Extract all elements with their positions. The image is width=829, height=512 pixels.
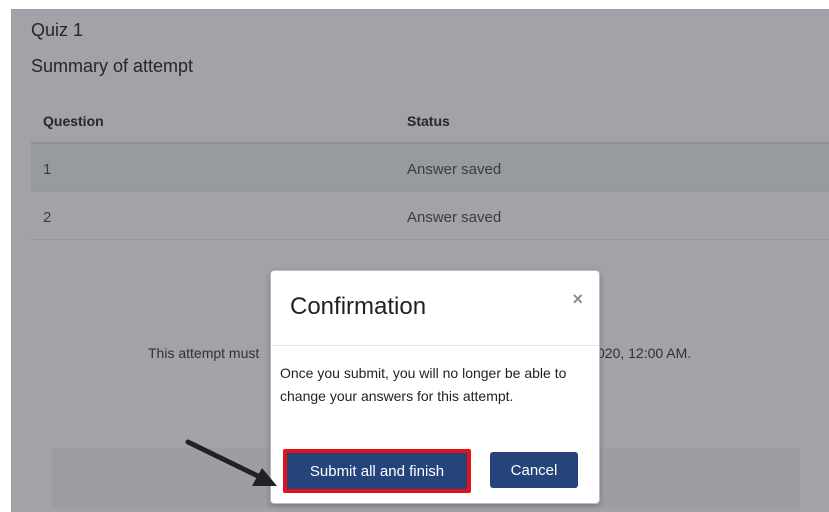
dialog-footer: Submit all and finish Cancel [271,436,599,503]
summary-heading: Summary of attempt [31,56,194,76]
cancel-button[interactable]: Cancel [490,452,578,488]
dialog-title: Confirmation [290,293,427,320]
dialog-header-divider [271,345,599,346]
question-column-header: Question [43,113,104,129]
dialog-message: Once you submit, you will no longer be a… [280,365,567,404]
status-column-header: Status [407,113,450,129]
question-status: Answer saved [407,209,502,226]
summary-table-header: Question Status [31,98,829,144]
table-row: 2 Answer saved [31,192,829,240]
question-status: Answer saved [407,161,502,178]
submit-all-and-finish-button[interactable]: Submit all and finish [283,449,471,493]
question-number: 2 [43,209,52,226]
question-number: 1 [43,161,52,178]
submit-button-label: Submit all and finish [287,453,467,489]
confirmation-dialog: Confirmation × Once you submit, you will… [270,270,600,504]
close-icon[interactable]: × [572,289,583,310]
table-row: 1 Answer saved [31,144,829,192]
quiz-title: Quiz 1 [31,20,84,40]
time-note-end: 020, 12:00 AM. [597,345,692,361]
annotation-arrow-icon [185,439,277,486]
time-note-start: This attempt must [148,345,260,361]
